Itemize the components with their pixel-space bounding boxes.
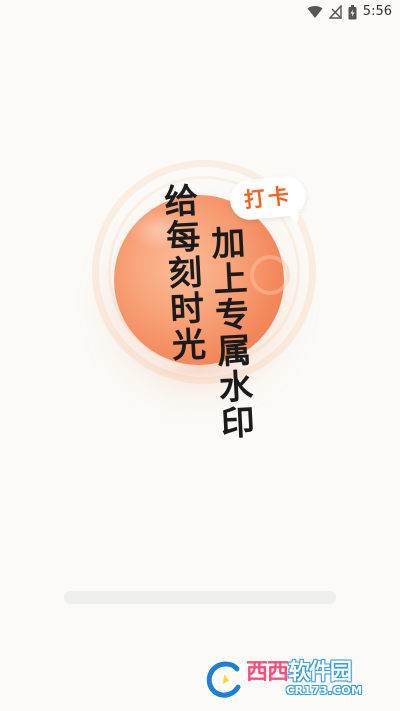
checkin-badge-text: 打卡 bbox=[242, 183, 294, 212]
checkin-badge: 打卡 bbox=[228, 174, 308, 222]
watermark-brand-part2: 软件园 bbox=[288, 660, 352, 685]
slogan-left: 给每刻时光 bbox=[157, 182, 207, 364]
watermark-domain: CR173.COM bbox=[286, 684, 363, 697]
watermark-logo-icon bbox=[205, 660, 242, 699]
ball-ring-accent bbox=[250, 255, 290, 295]
slogan-right: 加上专属水印 bbox=[204, 224, 256, 442]
splash-screen: 打卡 给每刻时光 加上专属水印 bbox=[0, 0, 400, 711]
loading-progress-bar bbox=[64, 591, 336, 604]
site-watermark: 西西软件园 CR173.COM bbox=[204, 657, 382, 701]
watermark-brand-part1: 西西 bbox=[246, 660, 289, 685]
watermark-brand: 西西软件园 bbox=[246, 660, 352, 685]
